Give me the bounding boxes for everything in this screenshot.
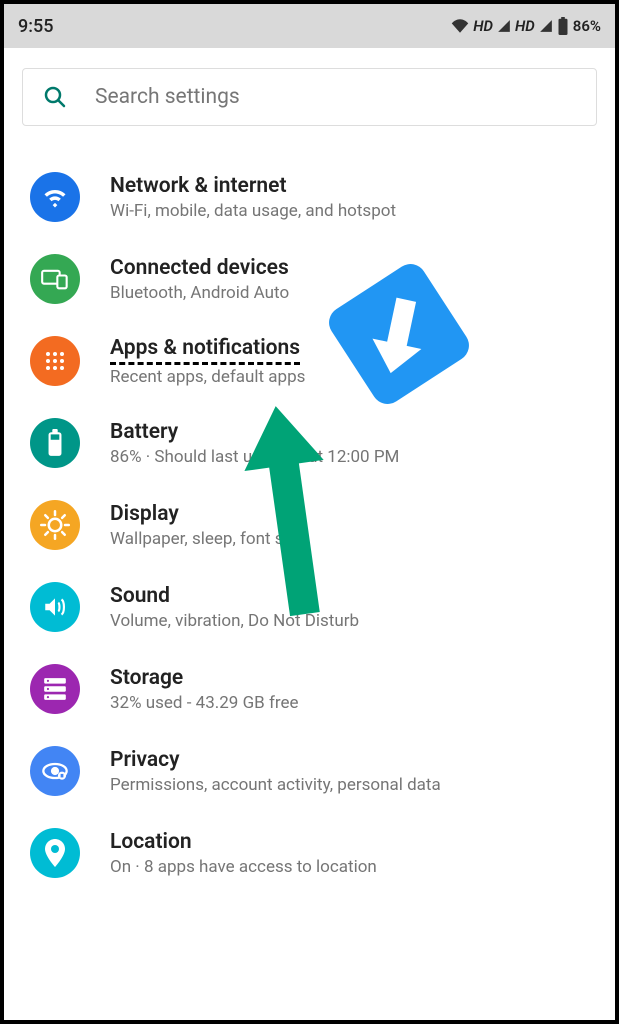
battery-icon — [557, 17, 569, 35]
status-hd1: HD — [473, 17, 493, 35]
item-title: Storage — [110, 665, 589, 691]
item-title: Privacy — [110, 747, 589, 773]
settings-item-connected-devices[interactable]: Connected devices Bluetooth, Android Aut… — [22, 238, 597, 320]
item-title: Battery — [110, 419, 589, 445]
item-subtitle: Permissions, account activity, personal … — [110, 775, 589, 795]
settings-screen: Search settings Network & internet Wi-Fi… — [4, 48, 615, 894]
settings-item-network[interactable]: Network & internet Wi-Fi, mobile, data u… — [22, 156, 597, 238]
wifi-icon — [451, 19, 469, 33]
item-title: Apps & notifications — [110, 335, 300, 365]
signal-icon-1 — [497, 19, 511, 33]
item-subtitle: 32% used - 43.29 GB free — [110, 693, 589, 713]
item-subtitle: Bluetooth, Android Auto — [110, 283, 589, 303]
search-icon — [43, 85, 67, 109]
status-hd2: HD — [515, 17, 535, 35]
search-settings[interactable]: Search settings — [22, 68, 597, 126]
search-placeholder: Search settings — [95, 85, 240, 109]
item-subtitle: Volume, vibration, Do Not Disturb — [110, 611, 589, 631]
location-icon — [30, 828, 80, 878]
item-title: Network & internet — [110, 173, 589, 199]
devices-icon — [30, 254, 80, 304]
apps-icon — [30, 336, 80, 386]
item-title: Location — [110, 829, 589, 855]
settings-item-storage[interactable]: Storage 32% used - 43.29 GB free — [22, 648, 597, 730]
item-subtitle: 86% · Should last until about 12:00 PM — [110, 447, 589, 467]
settings-item-display[interactable]: Display Wallpaper, sleep, font size — [22, 484, 597, 566]
settings-item-battery[interactable]: Battery 86% · Should last until about 12… — [22, 402, 597, 484]
battery-icon — [30, 418, 80, 468]
item-title: Display — [110, 501, 589, 527]
privacy-icon — [30, 746, 80, 796]
item-subtitle: Wallpaper, sleep, font size — [110, 529, 589, 549]
status-indicators: HD HD 86% — [451, 17, 601, 35]
status-time: 9:55 — [18, 16, 53, 37]
storage-icon — [30, 664, 80, 714]
status-bar: 9:55 HD HD 86% — [4, 4, 615, 48]
sound-icon — [30, 582, 80, 632]
status-battery-pct: 86% — [573, 17, 601, 35]
display-icon — [30, 500, 80, 550]
signal-icon-2 — [539, 19, 553, 33]
wifi-icon — [30, 172, 80, 222]
item-subtitle: Wi-Fi, mobile, data usage, and hotspot — [110, 201, 589, 221]
item-title: Sound — [110, 583, 589, 609]
settings-item-location[interactable]: Location On · 8 apps have access to loca… — [22, 812, 597, 894]
item-subtitle: Recent apps, default apps — [110, 367, 589, 387]
item-title: Connected devices — [110, 255, 589, 281]
settings-item-privacy[interactable]: Privacy Permissions, account activity, p… — [22, 730, 597, 812]
settings-item-sound[interactable]: Sound Volume, vibration, Do Not Disturb — [22, 566, 597, 648]
item-subtitle: On · 8 apps have access to location — [110, 857, 589, 877]
settings-item-apps-notifications[interactable]: Apps & notifications Recent apps, defaul… — [22, 320, 597, 402]
